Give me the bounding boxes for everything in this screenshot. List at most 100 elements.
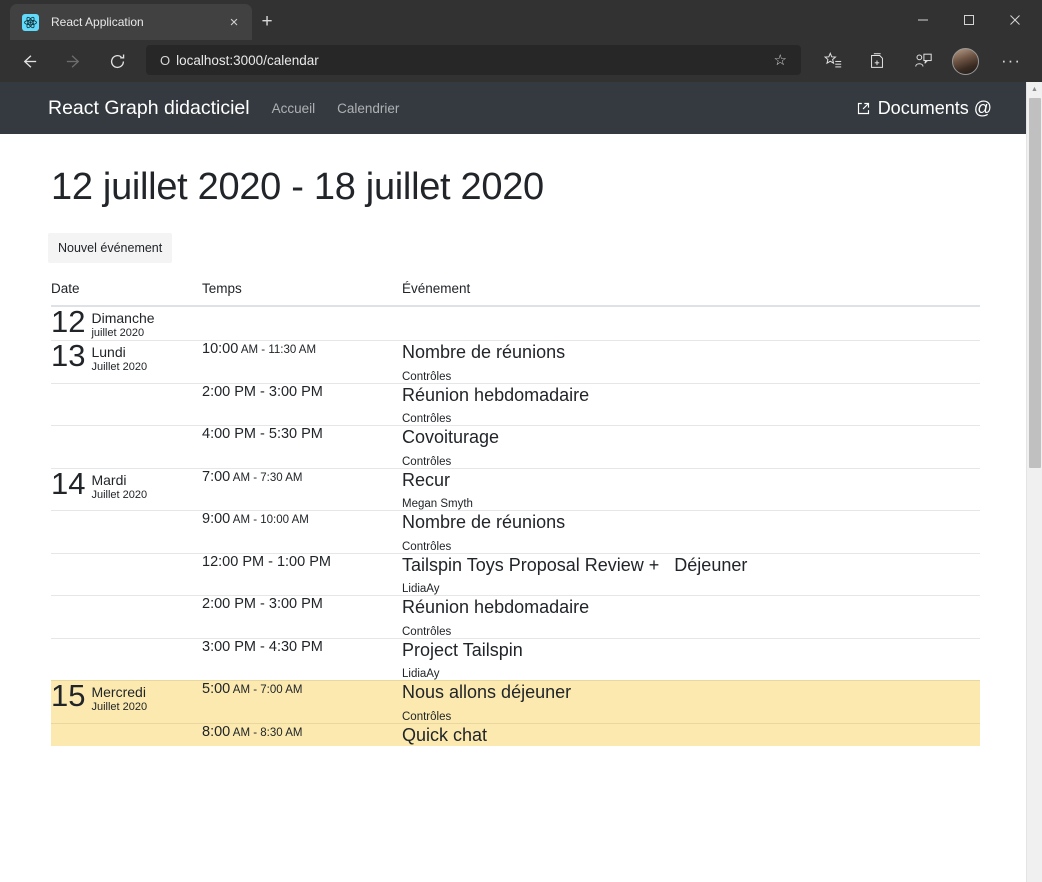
site-info-icon[interactable]: O (160, 53, 170, 68)
event-detail-cell: Project Tailspin LidiaAy (402, 637, 980, 681)
event-time-ampm: AM - 10:00 AM (230, 514, 309, 527)
table-row[interactable]: 3:00 PM - 4:30 PM Project Tailspin LidiaAy (51, 637, 980, 681)
day-month-year: juillet 2020 (91, 327, 145, 340)
scroll-up-arrow-icon[interactable]: ▲ (1027, 82, 1042, 96)
day-name: Dimanche (91, 310, 155, 326)
table-row[interactable]: 14 Mardi Juillet 2020 7:00 AM - 7:30 AM Recu… (51, 468, 980, 511)
new-tab-button[interactable]: + (254, 10, 280, 34)
event-time-cell: 12:00 PM - 1:00 PM (202, 552, 402, 596)
event-time-cell: 10:00 AM - 11:30 AM (202, 340, 402, 384)
table-row[interactable]: 12 Dimanche juillet 2020 (51, 305, 980, 341)
event-date-cell (51, 637, 202, 681)
day-info: Dimanche juillet 2020 (91, 307, 154, 340)
event-subject[interactable]: Project Tailspin (402, 639, 980, 662)
scrollbar-thumb[interactable] (1029, 98, 1041, 468)
event-subject[interactable]: Tailspin Toys Proposal Review + Déjeuner (402, 554, 980, 577)
browser-window: React Application × + O localhost:3000/c… (0, 0, 1042, 882)
event-subject[interactable]: Réunion hebdomadaire (402, 384, 980, 407)
more-options-icon[interactable]: ··· (996, 46, 1026, 76)
external-link-icon (856, 101, 871, 116)
table-row[interactable]: 9:00 AM - 10:00 AM Nombre de réunions Cont… (51, 510, 980, 554)
table-row[interactable]: 4:00 PM - 5:30 PM Covoiturage Contrôles (51, 425, 980, 469)
event-detail-cell: Nous allons déjeuner Contrôles (402, 680, 980, 724)
documents-link[interactable]: Documents @ (856, 98, 992, 119)
event-time-start: 2:00 PM - 3:00 PM (202, 383, 323, 400)
event-time-cell: 2:00 PM - 3:00 PM (202, 382, 402, 426)
forward-icon[interactable] (58, 46, 88, 76)
share-icon[interactable] (908, 46, 938, 76)
page-title: 12 juillet 2020 - 18 juillet 2020 (51, 166, 544, 208)
event-time-cell: 9:00 AM - 10:00 AM (202, 510, 402, 554)
day-info: Mardi Juillet 2020 (91, 469, 147, 502)
nav-link-accueil[interactable]: Accueil (272, 101, 316, 116)
event-date-cell (51, 552, 202, 596)
event-subject[interactable]: Nombre de réunions (402, 341, 980, 364)
event-date-cell (51, 382, 202, 426)
event-time-start: 4:00 PM - 5:30 PM (202, 426, 323, 443)
event-time-start: 5:00 (202, 681, 231, 698)
event-date-cell: 12 Dimanche juillet 2020 (51, 305, 202, 341)
table-row[interactable]: 2:00 PM - 3:00 PM Réunion hebdomadaire Con… (51, 595, 980, 639)
event-organizer: Contrôles (402, 710, 452, 723)
day-month-year: Juillet 2020 (91, 488, 148, 501)
event-detail-cell: Covoiturage Contrôles (402, 425, 980, 469)
event-subject[interactable]: Recur (402, 469, 980, 492)
window-close-button[interactable] (992, 0, 1038, 40)
event-time-start: 2:00 PM - 3:00 PM (202, 596, 323, 613)
table-row[interactable]: 12:00 PM - 1:00 PM Tailspin Toys Proposal… (51, 552, 980, 596)
window-minimize-button[interactable] (900, 0, 946, 40)
event-subject[interactable]: Quick chat (402, 724, 980, 747)
event-subject[interactable]: Réunion hebdomadaire (402, 596, 980, 619)
event-detail-cell (402, 305, 980, 341)
event-time-ampm: AM - 7:00 AM (230, 684, 303, 697)
date-block: 15 Mercredi Juillet 2020 (51, 678, 202, 714)
date-block: 13 Lundi Juillet 2020 (51, 338, 202, 374)
date-block: 12 Dimanche juillet 2020 (51, 306, 202, 340)
favorites-list-icon[interactable] (818, 46, 848, 76)
table-row[interactable]: 8:00 AM - 8:30 AM Quick chat (51, 722, 980, 747)
reload-icon[interactable] (102, 46, 132, 76)
app-brand[interactable]: React Graph didacticiel (48, 97, 250, 120)
close-icon[interactable]: × (224, 15, 244, 30)
day-number: 13 (51, 338, 86, 374)
favorite-star-icon[interactable]: ☆ (774, 51, 793, 69)
table-row[interactable]: 13 Lundi Juillet 2020 10:00 AM - 11:30 AM No… (51, 338, 980, 384)
event-time-start: 8:00 (202, 723, 231, 740)
avatar (951, 47, 979, 75)
event-detail-cell: Réunion hebdomadaire Contrôles (402, 595, 980, 639)
table-row[interactable]: 2:00 PM - 3:00 PM Réunion hebdomadaire Con… (51, 382, 980, 426)
nav-link-calendrier[interactable]: Calendrier (337, 101, 399, 116)
column-header-date: Date (51, 281, 202, 307)
tab-title: React Application (51, 15, 144, 29)
event-organizer: Contrôles (402, 455, 452, 468)
day-number: 15 (51, 678, 86, 714)
event-subject[interactable]: Nous allons déjeuner (402, 681, 980, 704)
table-row[interactable]: 15 Mercredi Juillet 2020 5:00 AM - 7:00 AM N… (51, 678, 980, 724)
event-detail-cell: Nombre de réunions Contrôles (402, 340, 980, 384)
event-time-cell: 4:00 PM - 5:30 PM (202, 425, 402, 469)
event-date-cell (51, 595, 202, 639)
event-date-cell: 14 Mardi Juillet 2020 (51, 468, 202, 511)
window-maximize-button[interactable] (946, 0, 992, 40)
page-scrollbar[interactable]: ▲ (1026, 82, 1042, 882)
day-number: 14 (51, 465, 86, 501)
table-header-row: Date Temps Événement (51, 281, 980, 307)
event-time-ampm: AM - 8:30 AM (230, 726, 303, 739)
event-organizer: Contrôles (402, 413, 452, 426)
address-bar[interactable]: O localhost:3000/calendar ☆ (146, 45, 801, 75)
day-name: Mercredi (91, 684, 146, 701)
back-icon[interactable] (14, 46, 44, 76)
browser-tab[interactable]: React Application × (10, 4, 252, 40)
profile-avatar[interactable] (951, 47, 979, 75)
event-detail-cell: Recur Megan Smyth (402, 467, 980, 511)
calendar-table-body: 12 Dimanche juillet 2020 13 Lundi Juillet 202… (51, 305, 980, 747)
event-subject[interactable]: Covoiturage (402, 426, 980, 449)
date-block: 14 Mardi Juillet 2020 (51, 465, 202, 502)
day-info: Lundi Juillet 2020 (91, 341, 147, 374)
collections-icon[interactable] (862, 46, 892, 76)
event-date-cell: 13 Lundi Juillet 2020 (51, 338, 202, 384)
new-event-button[interactable]: Nouvel événement (48, 233, 173, 263)
event-time-cell: 8:00 AM - 8:30 AM (202, 722, 402, 747)
event-organizer: Megan Smyth (402, 498, 473, 511)
event-subject[interactable]: Nombre de réunions (402, 511, 980, 534)
